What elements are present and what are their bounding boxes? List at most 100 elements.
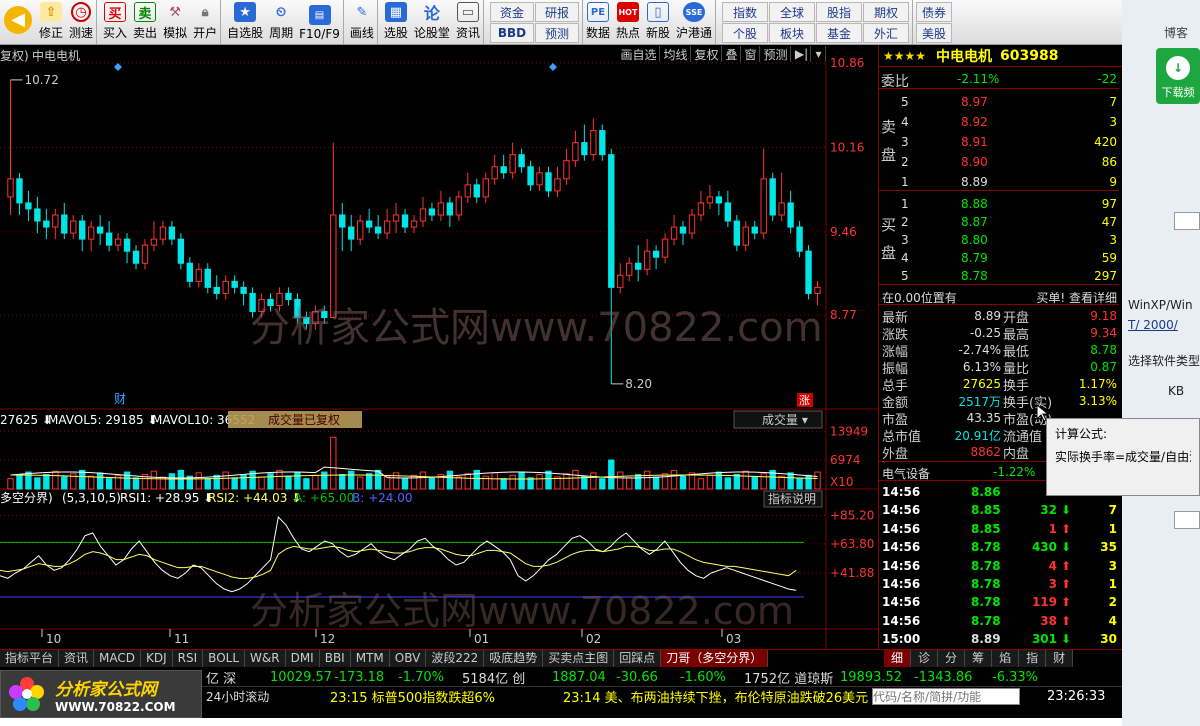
- toolbar-global-button[interactable]: 全球: [769, 2, 816, 22]
- candle-up: [536, 172, 543, 186]
- buy-level-row[interactable]: 1 8.88 97: [879, 195, 1119, 213]
- volume-bar: [87, 475, 95, 490]
- candle-down: [186, 262, 194, 282]
- sell-level-row[interactable]: 2 8.90 86: [879, 153, 1119, 171]
- toolbar-research-button[interactable]: 研报: [534, 2, 579, 22]
- candle-up: [554, 178, 561, 192]
- order-info-row[interactable]: 在0.00位置有 买单! 查看详细: [879, 287, 1119, 305]
- indicator-tab[interactable]: RSI: [172, 650, 204, 667]
- toolbar-options-button[interactable]: 期权: [863, 2, 910, 22]
- bg-dropdown[interactable]: [1174, 212, 1200, 230]
- toolbar-bond-button[interactable]: 债券: [916, 2, 953, 22]
- ticker-value: 19893.52: [840, 669, 903, 685]
- quote-tab[interactable]: 指: [1019, 650, 1047, 667]
- toolbar-button-stock-select[interactable]: ▦ 选股: [381, 0, 411, 44]
- sell-level-row[interactable]: 1 8.89 9: [879, 173, 1119, 191]
- toolbar-button-speed[interactable]: ◷ 测速: [66, 0, 98, 44]
- indicator-tab[interactable]: 回踩点: [614, 650, 662, 667]
- volume-bar: [303, 478, 310, 490]
- buy-level-row[interactable]: 3 8.80 3: [879, 231, 1119, 249]
- toolbar-capital-button[interactable]: 资金: [489, 2, 534, 22]
- indicator-tab[interactable]: MTM: [350, 650, 390, 667]
- bg-dropdown[interactable]: [1174, 511, 1200, 529]
- quote-tab[interactable]: 焰: [992, 650, 1020, 667]
- indicator-tab[interactable]: DMI: [285, 650, 320, 667]
- level-number: 5: [901, 95, 909, 109]
- news-item[interactable]: 23:14 美、布两油持续下挫，布伦特原油跌破26美元: [563, 687, 868, 706]
- toolbar-button-buy[interactable]: 买买入: [100, 0, 130, 44]
- indicator-tab[interactable]: BBI: [319, 650, 351, 667]
- order-detail-link[interactable]: 买单! 查看详细: [1036, 289, 1117, 306]
- toolbar-label: 沪港通: [676, 26, 713, 40]
- volume-bar: [258, 476, 265, 490]
- quote-tab[interactable]: 分: [938, 650, 966, 667]
- download-button[interactable]: ↓ 下载频: [1156, 48, 1200, 104]
- buy-level-row[interactable]: 4 8.79 59: [879, 249, 1119, 267]
- indicator-tab[interactable]: 买卖点主图: [543, 650, 615, 667]
- toolbar-sector-button[interactable]: 板块: [769, 23, 816, 43]
- candle-down: [79, 220, 86, 240]
- volume-bar: [222, 471, 229, 490]
- toolbar-button-period[interactable]: ⏲ 周期: [266, 0, 296, 44]
- quote-tab[interactable]: 诊: [911, 650, 939, 667]
- toolbar-button-sell[interactable]: 卖卖出: [130, 0, 160, 44]
- weibi-pct: -2.11%: [957, 72, 1000, 86]
- indicator-tab[interactable]: 刀哥（多空分界）: [661, 650, 769, 667]
- indicator-tab[interactable]: MACD: [94, 650, 142, 667]
- quote-tab[interactable]: 细: [884, 650, 912, 667]
- toolbar-button-f10[interactable]: ▤ F10/F9: [296, 0, 344, 44]
- toolbar-button-draw[interactable]: ✎ 画线: [347, 0, 378, 44]
- buy-level-row[interactable]: 2 8.87 47: [879, 213, 1119, 231]
- candle-down: [796, 226, 803, 252]
- back-button[interactable]: ◀: [0, 0, 36, 44]
- indicator-tab[interactable]: BOLL: [203, 650, 246, 667]
- indicator-tab[interactable]: 波段222: [426, 650, 485, 667]
- level-price: 8.88: [961, 197, 988, 211]
- bg-link[interactable]: T/ 2000/: [1128, 318, 1178, 332]
- indicator-tab[interactable]: KDJ: [141, 650, 173, 667]
- sell-level-row[interactable]: 3 8.91 420: [879, 133, 1119, 151]
- quote-tab[interactable]: 财: [1046, 650, 1074, 667]
- up-arrow-icon: ⬆: [1060, 558, 1071, 573]
- search-input[interactable]: [872, 688, 1020, 705]
- ticker-value: 5184亿 创: [462, 671, 526, 687]
- buy-level-row[interactable]: 5 8.78 297: [879, 267, 1119, 285]
- indicator-tab[interactable]: 资讯: [59, 650, 95, 667]
- sell-level-row[interactable]: 4 8.92 3: [879, 113, 1119, 131]
- toolbar-button-simulate[interactable]: ⚒ 模拟: [160, 0, 190, 44]
- sector-name: 电气设备: [882, 467, 931, 481]
- indicator-tab[interactable]: 吸底趋势: [484, 650, 544, 667]
- level-number: 5: [901, 269, 909, 283]
- indicator-tab[interactable]: 指标平台: [0, 650, 60, 667]
- stat-row: 金额 2517万 换手(实) 3.13%: [879, 392, 1119, 411]
- toolbar-button-news[interactable]: ▭ 资讯: [453, 0, 484, 44]
- quote-tab[interactable]: 筹: [965, 650, 993, 667]
- toolbar-button-watchlist[interactable]: ★ 自选股: [224, 0, 266, 44]
- news-item[interactable]: 23:15 标普500指数跌超6%: [330, 687, 495, 706]
- buy-icon: 买: [104, 2, 127, 22]
- toolbar-fund-button[interactable]: 基金: [816, 23, 863, 43]
- toolbar-button-hk-connect[interactable]: SSE 沪港通: [673, 0, 717, 44]
- toolbar-forex-button[interactable]: 外汇: [863, 23, 910, 43]
- tick-price: 8.89: [971, 632, 1001, 647]
- high-label: 10.72: [24, 73, 58, 87]
- toolbar-us-stock-button[interactable]: 美股: [916, 23, 953, 43]
- toolbar-button-forum[interactable]: 论论股堂: [411, 0, 453, 44]
- kline-chart-panel[interactable]: 复权) 中电电机 画自选 均线 复权 叠 窗 预测 ▶| ▾ 10.86 10.1…: [0, 45, 878, 649]
- toolbar-button-hot[interactable]: HOT 热点: [613, 0, 643, 44]
- toolbar-button-open-account[interactable]: 🔒︎ 开户: [190, 0, 222, 44]
- toolbar-index-button[interactable]: 指数: [722, 2, 769, 22]
- toolbar-label: 开户: [193, 26, 218, 40]
- toolbar-button-data[interactable]: PE 数据: [583, 0, 613, 44]
- toolbar-futures-index-button[interactable]: 股指: [816, 2, 863, 22]
- toolbar-button-new-stock[interactable]: ▯ 新股: [643, 0, 673, 44]
- candle-up: [437, 202, 445, 216]
- sell-level-row[interactable]: 5 8.97 7: [879, 93, 1119, 111]
- tick-row: 14:56 8.85 1 ⬆ 1: [879, 520, 1119, 538]
- toolbar-bbd-button[interactable]: BBD: [489, 23, 534, 43]
- toolbar-forecast-button[interactable]: 预测: [534, 23, 579, 43]
- indicator-tab[interactable]: W&R: [245, 650, 286, 667]
- toolbar-button-fix[interactable]: ⇧ 修正: [36, 0, 66, 44]
- indicator-tab[interactable]: OBV: [389, 650, 427, 667]
- toolbar-stock-button[interactable]: 个股: [722, 23, 769, 43]
